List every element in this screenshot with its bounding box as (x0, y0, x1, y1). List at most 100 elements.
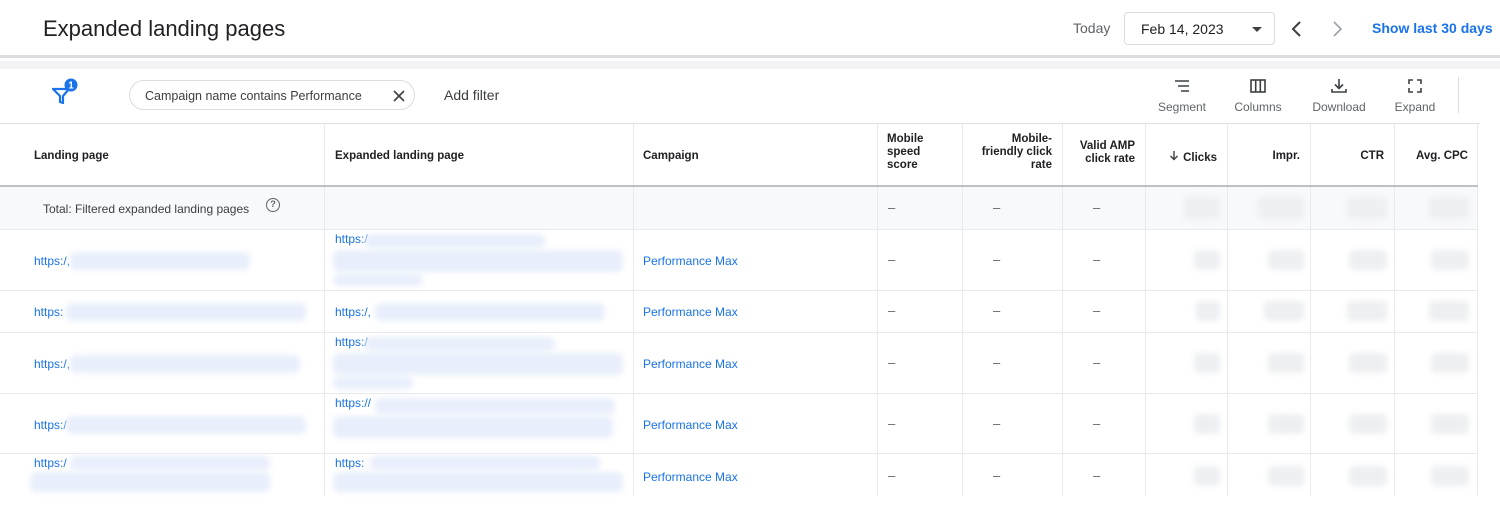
column-header-avg-cpc[interactable]: Avg. CPC (1395, 124, 1478, 185)
column-header-valid-amp-click-rate[interactable]: Valid AMP click rate (1063, 124, 1146, 185)
campaign-link[interactable]: Performance Max (643, 418, 738, 432)
column-header-label: Landing page (34, 150, 109, 162)
campaign-cell: Performance Max (634, 291, 878, 332)
landing-page-cell: https:/, (0, 333, 325, 393)
filter-chip-label: Campaign name contains Performance (145, 89, 362, 103)
metric-cell: – (963, 394, 1063, 453)
redacted-url (333, 377, 413, 389)
column-header-landing-page[interactable]: Landing page (0, 124, 325, 185)
empty-value: – (1093, 468, 1101, 483)
campaign-link[interactable]: Performance Max (643, 254, 738, 268)
metric-cell (1395, 230, 1478, 290)
column-header-mobile-speed-score[interactable]: Mobile speed score (878, 124, 963, 185)
metric-cell: – (1063, 291, 1146, 332)
expanded-landing-page-link[interactable]: https:// (335, 396, 371, 410)
metric-cell: – (963, 230, 1063, 290)
total-cell: – (1063, 187, 1146, 229)
total-cell (634, 187, 878, 229)
metric-cell (1228, 454, 1311, 496)
empty-value: – (888, 303, 896, 318)
table-header-row: Landing page Expanded landing page Campa… (0, 124, 1478, 187)
metric-cell: – (1063, 230, 1146, 290)
today-label: Today (1073, 20, 1111, 36)
total-cell: Total: Filtered expanded landing pages ? (0, 187, 325, 229)
close-icon[interactable] (392, 89, 406, 103)
filter-icon[interactable]: 1 (50, 78, 80, 108)
campaign-link[interactable]: Performance Max (643, 357, 738, 371)
divider (0, 61, 1500, 69)
column-header-label: Expanded landing page (335, 150, 465, 162)
total-row: Total: Filtered expanded landing pages ?… (0, 187, 1478, 230)
column-header-label: Mobile- (1011, 133, 1052, 145)
landing-page-cell: https:/ (0, 454, 325, 496)
column-header-ctr[interactable]: CTR (1311, 124, 1395, 185)
column-header-impr[interactable]: Impr. (1228, 124, 1311, 185)
campaign-link[interactable]: Performance Max (643, 470, 738, 484)
dropdown-arrow-icon (1252, 27, 1262, 32)
redacted-value (1429, 197, 1469, 219)
landing-page-link[interactable]: https:/ (34, 456, 67, 470)
total-cell (1311, 187, 1395, 229)
column-header-label: Clicks (1183, 152, 1217, 164)
column-header-campaign[interactable]: Campaign (634, 124, 878, 185)
redacted-value (1194, 466, 1220, 486)
add-filter-button[interactable]: Add filter (444, 87, 499, 103)
redacted-value (1431, 353, 1469, 373)
metric-cell: – (878, 333, 963, 393)
column-header-expanded-landing-page[interactable]: Expanded landing page (325, 124, 634, 185)
metric-cell: – (878, 291, 963, 332)
redacted-value (1264, 301, 1304, 321)
column-header-label: CTR (1360, 150, 1384, 162)
campaign-cell: Performance Max (634, 230, 878, 290)
redacted-url (66, 416, 306, 434)
metric-cell (1146, 394, 1228, 453)
column-header-mobile-friendly-click-rate[interactable]: Mobile- friendly click rate (963, 124, 1063, 185)
segment-button[interactable]: Segment (1152, 77, 1212, 114)
chevron-right-icon[interactable] (1326, 17, 1348, 41)
redacted-url (333, 353, 623, 375)
expand-button[interactable]: Expand (1390, 77, 1440, 114)
expanded-landing-page-link[interactable]: https:/, (335, 305, 371, 319)
landing-page-link[interactable]: https: (34, 305, 63, 319)
redacted-value (1196, 301, 1220, 321)
metric-cell (1228, 333, 1311, 393)
column-header-label: click rate (1085, 153, 1135, 165)
empty-value: – (993, 303, 1001, 318)
column-header-label: Valid AMP (1079, 140, 1135, 152)
expanded-landing-page-link[interactable]: https: (335, 456, 364, 470)
column-header-clicks[interactable]: Clicks (1146, 124, 1228, 185)
table-row: https:/, https:/ Performance Max – – – (0, 333, 1478, 394)
campaign-link[interactable]: Performance Max (643, 305, 738, 319)
total-label: Total: Filtered expanded landing pages (43, 202, 250, 216)
metric-cell (1228, 230, 1311, 290)
redacted-url (333, 274, 423, 286)
landing-page-link[interactable]: https:/, (34, 357, 70, 371)
column-header-label: Avg. CPC (1416, 150, 1468, 162)
date-range-picker[interactable]: Feb 14, 2023 (1124, 12, 1275, 45)
expanded-landing-page-link[interactable]: https:/ (335, 232, 368, 246)
landing-page-link[interactable]: https:/, (34, 254, 70, 268)
segment-icon (1175, 80, 1189, 92)
expanded-landing-page-link[interactable]: https:/ (335, 335, 368, 349)
metric-cell (1311, 333, 1395, 393)
empty-value: – (888, 416, 896, 431)
metric-cell: – (878, 230, 963, 290)
column-header-label: friendly click (981, 146, 1052, 158)
table-row: https:/ https:// Performance Max – – – (0, 394, 1478, 454)
landing-page-cell: https:/, (0, 230, 325, 290)
metric-cell: – (963, 291, 1063, 332)
columns-button[interactable]: Columns (1228, 77, 1288, 114)
redacted-value (1194, 250, 1220, 270)
filter-chip[interactable]: Campaign name contains Performance (129, 80, 415, 110)
redacted-value (1429, 301, 1469, 321)
empty-value: – (993, 355, 1001, 370)
redacted-value (1349, 466, 1387, 486)
chevron-left-icon[interactable] (1286, 17, 1308, 41)
landing-page-cell: https: (0, 291, 325, 332)
landing-page-link[interactable]: https:/ (34, 418, 67, 432)
show-last-30-days-link[interactable]: Show last 30 days (1372, 20, 1500, 36)
help-icon[interactable]: ? (266, 198, 280, 212)
download-button[interactable]: Download (1306, 77, 1372, 114)
campaign-cell: Performance Max (634, 333, 878, 393)
column-header-label: Impr. (1272, 150, 1300, 162)
